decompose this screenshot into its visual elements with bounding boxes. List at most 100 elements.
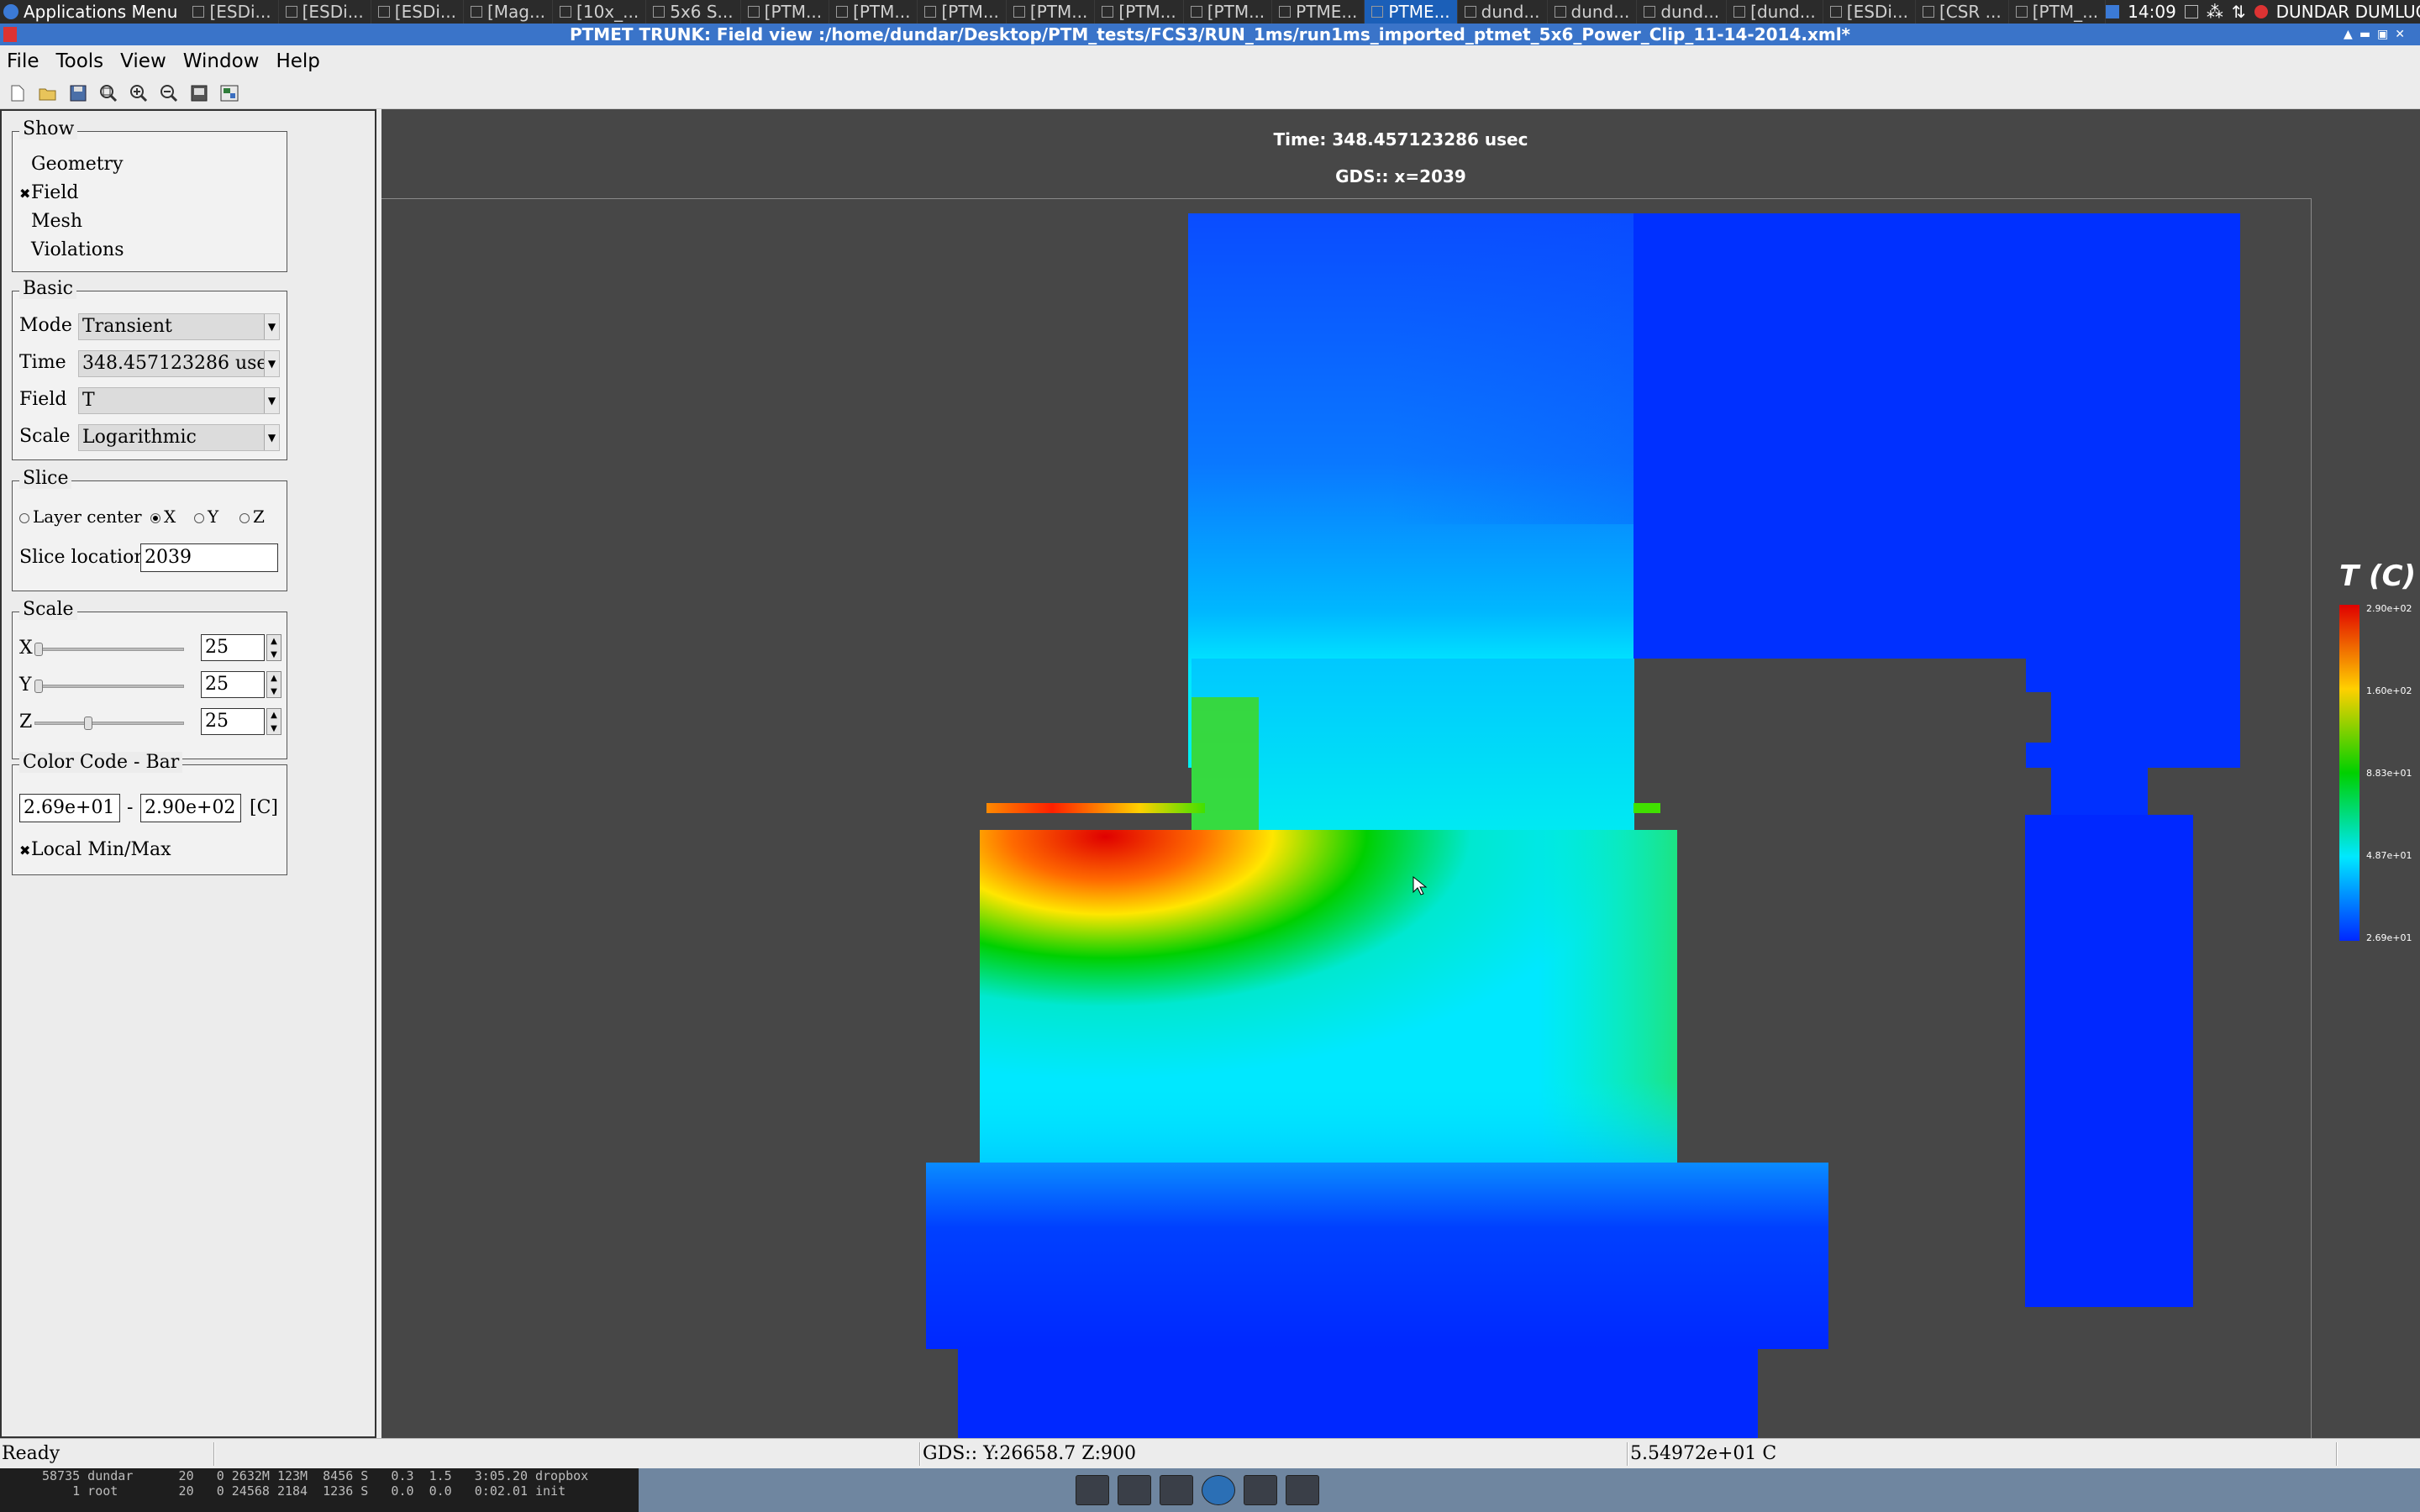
taskbar-item[interactable]: [ESDi... bbox=[371, 0, 464, 24]
slice-location-input[interactable]: 2039 bbox=[140, 543, 278, 572]
show-field-option[interactable]: ✖Field bbox=[19, 182, 78, 203]
slice-x-radio[interactable] bbox=[150, 513, 160, 523]
scale-x-input[interactable]: 25 bbox=[201, 634, 265, 661]
taskbar-item[interactable]: dund... bbox=[1637, 0, 1728, 24]
menu-window[interactable]: Window bbox=[183, 50, 270, 72]
taskbar-item[interactable]: dund... bbox=[1548, 0, 1638, 24]
bluetooth-icon[interactable]: ⁂ bbox=[2207, 2, 2223, 22]
export-icon[interactable] bbox=[190, 84, 208, 102]
color-min-input[interactable]: 2.69e+01 bbox=[19, 794, 120, 822]
menu-tools[interactable]: Tools bbox=[56, 50, 114, 72]
save-icon[interactable] bbox=[69, 84, 87, 102]
taskbar-item-label: 5x6 S... bbox=[670, 2, 734, 22]
web-browser-icon[interactable] bbox=[1202, 1475, 1235, 1505]
applications-menu[interactable]: Applications Menu bbox=[0, 0, 186, 24]
taskbar-item[interactable]: [10x_... bbox=[553, 0, 647, 24]
scale-z-spinner[interactable]: ▲ ▼ bbox=[266, 708, 281, 735]
scale-y-input[interactable]: 25 bbox=[201, 671, 265, 698]
local-minmax-option[interactable]: ✖Local Min/Max bbox=[19, 839, 171, 860]
slice-layer-center-option[interactable]: Layer center bbox=[19, 507, 142, 527]
scale-select[interactable]: Logarithmic ▼ bbox=[78, 424, 280, 451]
field-select[interactable]: T ▼ bbox=[78, 387, 280, 414]
applications-logo-icon bbox=[3, 4, 18, 19]
slice-y-option[interactable]: Y bbox=[194, 507, 218, 527]
slice-layer-center-radio[interactable] bbox=[19, 513, 29, 523]
taskbar-item[interactable]: [CSR ... bbox=[1916, 0, 2009, 24]
clock[interactable]: 14:09 bbox=[2128, 2, 2176, 22]
taskbar-item[interactable]: [dund... bbox=[1727, 0, 1823, 24]
scale-x-label: X bbox=[19, 638, 33, 659]
file-manager-icon[interactable] bbox=[1160, 1475, 1193, 1505]
slice-z-option[interactable]: Z bbox=[239, 507, 265, 527]
chevron-down-icon[interactable]: ▼ bbox=[264, 388, 279, 413]
local-minmax-label: Local Min/Max bbox=[31, 839, 171, 860]
scale-z-input[interactable]: 25 bbox=[201, 708, 265, 735]
mode-select[interactable]: Transient ▼ bbox=[78, 313, 280, 340]
show-violations-label: Violations bbox=[31, 239, 124, 260]
zoom-out-icon[interactable] bbox=[160, 84, 178, 102]
color-code-group: Color Code - Bar 2.69e+01 - 2.90e+02 [C]… bbox=[12, 752, 287, 875]
show-field-check[interactable]: ✖ bbox=[19, 186, 31, 202]
terminal-icon[interactable] bbox=[1118, 1475, 1151, 1505]
taskbar-item[interactable]: [PTM... bbox=[1007, 0, 1096, 24]
chevron-down-icon[interactable]: ▼ bbox=[264, 425, 279, 450]
menu-view[interactable]: View bbox=[120, 50, 176, 72]
scale-x-spinner[interactable]: ▲ ▼ bbox=[266, 634, 281, 661]
chevron-down-icon[interactable]: ▼ bbox=[264, 314, 279, 339]
window-titlebar[interactable]: PTMET TRUNK: Field view :/home/dundar/De… bbox=[0, 24, 2420, 45]
window-controls[interactable]: ▲▬▣✕ bbox=[2344, 24, 2412, 45]
field-label: Field bbox=[19, 389, 67, 410]
field-view-canvas[interactable]: Time: 348.457123286 usec GDS:: x=2039 T … bbox=[381, 109, 2420, 1438]
open-folder-icon[interactable] bbox=[39, 84, 57, 102]
scale-x-slider-handle[interactable] bbox=[34, 643, 43, 656]
menu-help[interactable]: Help bbox=[276, 50, 329, 72]
taskbar-item[interactable]: [PTM... bbox=[741, 0, 830, 24]
taskbar-item-label: [Mag... bbox=[487, 2, 546, 22]
show-violations-option[interactable]: Violations bbox=[19, 239, 124, 260]
chevron-down-icon[interactable]: ▼ bbox=[264, 351, 279, 376]
taskbar-item[interactable]: [PTM... bbox=[918, 0, 1007, 24]
zoom-fit-icon[interactable] bbox=[99, 84, 118, 102]
zoom-in-icon[interactable] bbox=[129, 84, 148, 102]
screenshot-tray-icon[interactable] bbox=[2184, 5, 2198, 18]
temperature-field-plot[interactable] bbox=[381, 109, 2420, 1438]
scale-z-slider-handle[interactable] bbox=[83, 717, 92, 730]
taskbar-item[interactable]: PTME... bbox=[1272, 0, 1365, 24]
taskbar-item[interactable]: [PTM_... bbox=[2009, 0, 2107, 24]
color-max-input[interactable]: 2.90e+02 bbox=[140, 794, 241, 822]
network-icon[interactable]: ⇅ bbox=[2232, 2, 2246, 22]
taskbar-item[interactable]: [PTM... bbox=[1184, 0, 1273, 24]
menu-file[interactable]: File bbox=[7, 50, 50, 72]
screenshot-icon[interactable] bbox=[220, 84, 239, 102]
taskbar-item[interactable]: [Mag... bbox=[464, 0, 554, 24]
scale-y-slider-handle[interactable] bbox=[34, 680, 43, 693]
slice-z-radio[interactable] bbox=[239, 513, 250, 523]
taskbar-item[interactable]: dund... bbox=[1458, 0, 1548, 24]
slice-x-option[interactable]: X bbox=[150, 507, 176, 527]
new-file-icon[interactable] bbox=[8, 84, 27, 102]
taskbar-item[interactable]: [ESDi... bbox=[1823, 0, 1916, 24]
scale-y-slider[interactable] bbox=[34, 685, 184, 688]
search-icon[interactable] bbox=[1244, 1475, 1277, 1505]
show-mesh-option[interactable]: Mesh bbox=[19, 211, 82, 232]
window-app-icon[interactable] bbox=[3, 27, 17, 42]
taskbar-item[interactable]: [PTM... bbox=[1095, 0, 1184, 24]
folder-icon[interactable] bbox=[1286, 1475, 1319, 1505]
show-desktop-icon[interactable] bbox=[1076, 1475, 1109, 1505]
slice-y-radio[interactable] bbox=[194, 513, 204, 523]
show-geometry-option[interactable]: Geometry bbox=[19, 154, 124, 175]
control-panel: Show Geometry ✖Field Mesh Violations Bas… bbox=[0, 109, 376, 1438]
user-name[interactable]: DUNDAR DUMLUGOL PRO bbox=[2276, 2, 2420, 22]
taskbar-item[interactable]: [PTM... bbox=[829, 0, 918, 24]
taskbar-item[interactable]: PTME... bbox=[1365, 0, 1458, 24]
local-minmax-check[interactable]: ✖ bbox=[19, 843, 31, 858]
scale-z-slider[interactable] bbox=[34, 722, 184, 725]
app-tray-icon[interactable] bbox=[2106, 5, 2120, 18]
time-select[interactable]: 348.457123286 usec ▼ bbox=[78, 350, 280, 377]
taskbar-item[interactable]: [ESDi... bbox=[279, 0, 371, 24]
scale-y-spinner[interactable]: ▲ ▼ bbox=[266, 671, 281, 698]
notification-icon[interactable] bbox=[2254, 5, 2268, 18]
taskbar-item[interactable]: 5x6 S... bbox=[646, 0, 741, 24]
scale-x-slider[interactable] bbox=[34, 648, 184, 651]
taskbar-item[interactable]: [ESDi... bbox=[186, 0, 279, 24]
